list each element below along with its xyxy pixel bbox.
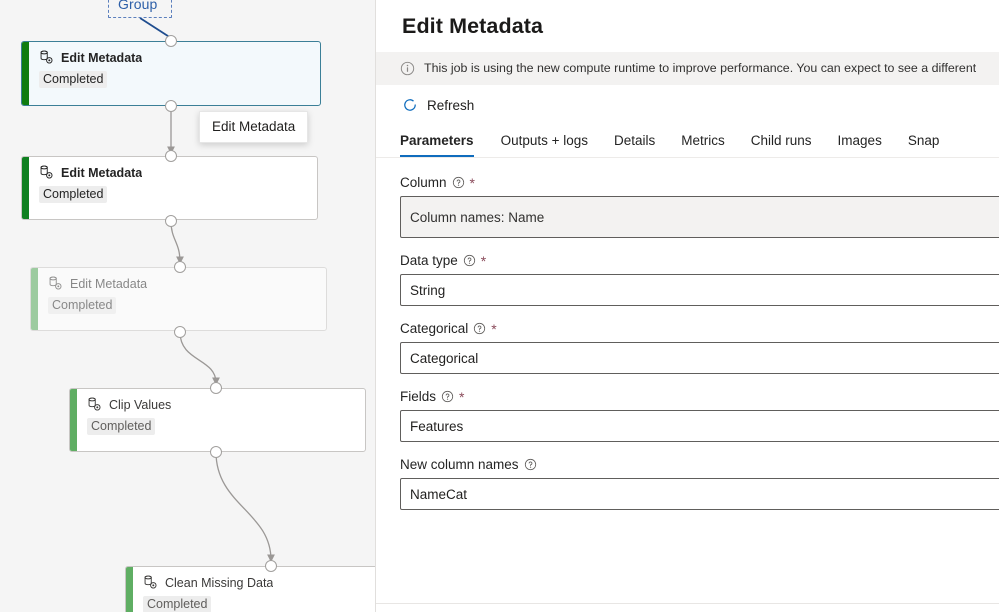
node-title: Edit Metadata: [70, 276, 148, 291]
field-data-type: Data type * String: [400, 253, 999, 306]
field-new-column-names: New column names NameCat: [400, 457, 999, 510]
field-label-text: Fields: [400, 389, 437, 404]
tab-parameters[interactable]: Parameters: [400, 127, 488, 157]
module-gear-icon: [49, 276, 62, 290]
parameters-form: Column * Column names: Name Data type * …: [376, 158, 999, 510]
tab-child-runs[interactable]: Child runs: [738, 127, 825, 157]
required-asterisk: *: [459, 388, 465, 405]
help-icon[interactable]: [441, 390, 454, 403]
details-panel: Edit Metadata This job is using the new …: [375, 0, 999, 612]
info-banner-text: This job is using the new compute runtim…: [424, 61, 977, 75]
panel-bottom-divider: [376, 603, 999, 604]
tab-outputs-logs[interactable]: Outputs + logs: [488, 127, 601, 157]
node-status-accent: [22, 157, 29, 219]
input-value: String: [410, 282, 446, 298]
required-asterisk: *: [469, 174, 475, 191]
required-asterisk: *: [491, 320, 497, 337]
info-icon: [400, 61, 415, 75]
page-title: Edit Metadata: [402, 14, 544, 38]
help-icon[interactable]: [463, 254, 476, 267]
tab-details[interactable]: Details: [601, 127, 668, 157]
field-label: Categorical *: [400, 321, 999, 336]
tab-label: Details: [614, 133, 656, 148]
field-label-text: Data type: [400, 253, 458, 268]
app-root: Group Edit Metadata Completed Edit Metad…: [0, 0, 999, 612]
categorical-input[interactable]: Categorical: [400, 342, 999, 374]
refresh-button[interactable]: Refresh: [400, 94, 480, 116]
info-banner: This job is using the new compute runtim…: [376, 52, 999, 85]
tab-label: Images: [837, 133, 882, 148]
node-tooltip: Edit Metadata: [199, 111, 309, 143]
node-status-badge: Completed: [87, 418, 156, 435]
pipeline-node-edit-metadata-3[interactable]: Edit Metadata Completed: [30, 267, 327, 331]
field-label-text: New column names: [400, 457, 519, 472]
pipeline-canvas[interactable]: Group Edit Metadata Completed Edit Metad…: [0, 0, 375, 612]
node-title: Clip Values: [109, 397, 172, 412]
pipeline-node-edit-metadata-2[interactable]: Edit Metadata Completed: [21, 156, 318, 220]
node-port-in[interactable]: [165, 35, 177, 47]
module-gear-icon: [40, 50, 53, 64]
tab-label: Parameters: [400, 133, 474, 148]
required-asterisk: *: [480, 252, 487, 269]
node-title: Edit Metadata: [61, 165, 143, 180]
node-port-in[interactable]: [265, 560, 277, 572]
field-column: Column * Column names: Name: [400, 175, 999, 238]
input-value: NameCat: [410, 486, 468, 502]
node-port-in[interactable]: [210, 382, 222, 394]
field-categorical: Categorical * Categorical: [400, 321, 999, 374]
node-port-in[interactable]: [165, 150, 177, 162]
module-gear-icon: [40, 165, 53, 179]
tab-snapshot[interactable]: Snap: [895, 127, 953, 157]
tab-label: Snap: [907, 133, 940, 148]
module-gear-icon: [144, 575, 157, 589]
tab-label: Child runs: [750, 133, 812, 148]
command-bar: Refresh: [376, 85, 999, 123]
column-input[interactable]: Column names: Name: [400, 196, 999, 238]
node-status-accent: [70, 389, 77, 451]
node-port-out[interactable]: [165, 100, 177, 112]
fields-input[interactable]: Features: [400, 410, 999, 442]
field-label: Fields *: [400, 389, 999, 404]
node-title: Edit Metadata: [61, 50, 143, 65]
node-title: Clean Missing Data: [165, 575, 274, 590]
node-status-badge: Completed: [39, 71, 108, 88]
pipeline-node-edit-metadata-1[interactable]: Edit Metadata Completed: [21, 41, 321, 106]
node-port-out[interactable]: [210, 446, 222, 458]
tab-label: Metrics: [681, 133, 725, 148]
node-status-accent: [22, 42, 29, 105]
group-label: Group: [118, 0, 158, 12]
new-column-names-input[interactable]: NameCat: [400, 478, 999, 510]
node-status-badge: Completed: [48, 297, 117, 314]
pipeline-node-clean-missing-data[interactable]: Clean Missing Data Completed: [125, 566, 375, 612]
help-icon[interactable]: [524, 458, 537, 471]
pipeline-node-clip-values[interactable]: Clip Values Completed: [69, 388, 366, 452]
refresh-label: Refresh: [427, 97, 475, 113]
node-status-accent: [31, 268, 38, 330]
refresh-icon: [404, 99, 416, 111]
field-label: Data type *: [400, 253, 999, 268]
tab-label: Outputs + logs: [500, 133, 588, 148]
tab-images[interactable]: Images: [825, 127, 895, 157]
field-label: New column names: [400, 457, 999, 472]
node-status-badge: Completed: [143, 596, 212, 612]
help-icon[interactable]: [473, 322, 486, 335]
data-type-input[interactable]: String: [400, 274, 999, 306]
module-gear-icon: [88, 397, 101, 411]
field-fields: Fields * Features: [400, 389, 999, 442]
field-label: Column *: [400, 175, 999, 190]
field-label-text: Categorical: [400, 321, 469, 336]
tab-metrics[interactable]: Metrics: [668, 127, 738, 157]
input-value: Column names: Name: [410, 209, 545, 225]
node-port-in[interactable]: [174, 261, 186, 273]
tab-bar: Parameters Outputs + logs Details Metric…: [376, 123, 999, 158]
node-status-accent: [126, 567, 133, 612]
field-label-text: Column: [400, 175, 447, 190]
input-value: Categorical: [410, 350, 479, 366]
node-status-badge: Completed: [39, 186, 108, 203]
node-port-out[interactable]: [165, 215, 177, 227]
node-port-out[interactable]: [174, 326, 186, 338]
input-value: Features: [410, 418, 464, 434]
help-icon[interactable]: [452, 176, 465, 189]
